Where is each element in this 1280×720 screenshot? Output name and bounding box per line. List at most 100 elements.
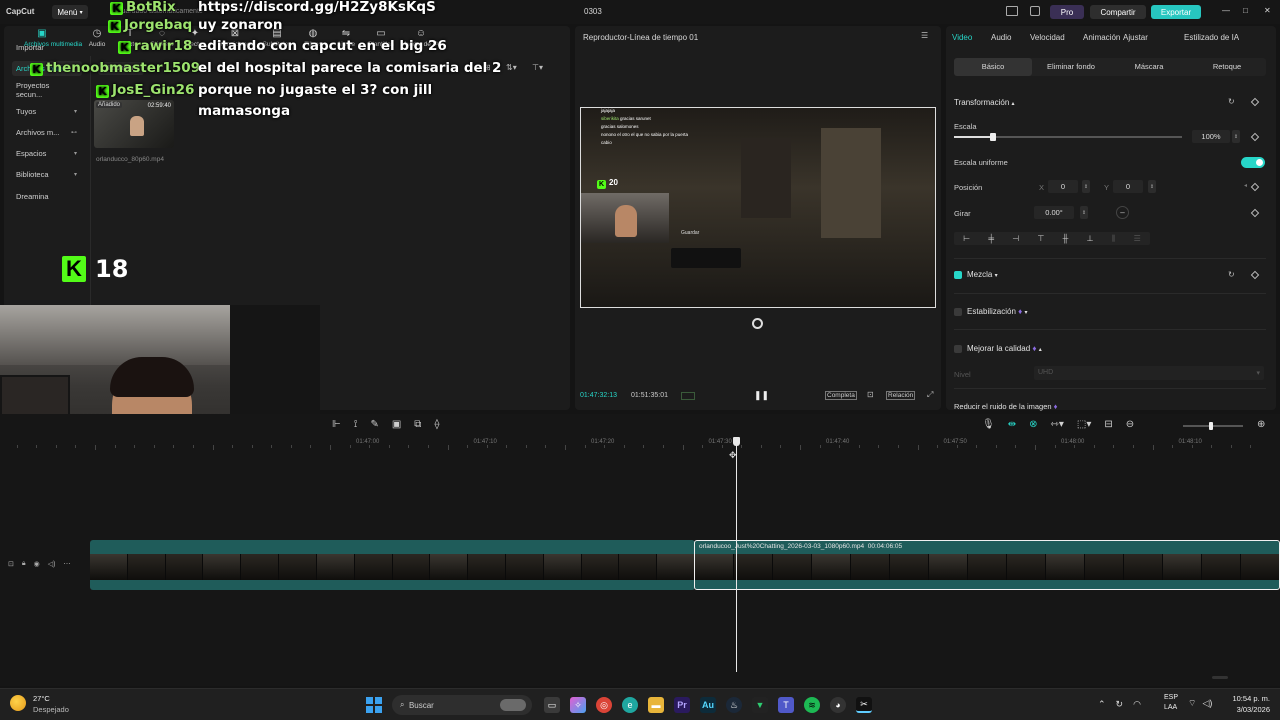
pause-button[interactable]: ❚❚ — [754, 390, 769, 401]
game-icon[interactable]: ▼ — [752, 697, 768, 713]
zoom-in-icon[interactable]: ⊕ — [1257, 419, 1265, 430]
minimize-button[interactable]: — — [1222, 6, 1230, 15]
steam-icon[interactable]: ♨ — [726, 697, 742, 713]
spotify-icon[interactable]: ≋ — [804, 697, 820, 713]
windows-start-icon[interactable] — [366, 697, 382, 713]
network-icon[interactable]: ◠ — [1133, 699, 1141, 710]
share-button[interactable]: Compartir — [1090, 5, 1146, 19]
weather-icon[interactable] — [10, 695, 26, 711]
reset-icon[interactable]: ↻ — [1228, 97, 1235, 106]
magnet-icon[interactable]: ⊗ — [1029, 419, 1037, 430]
auto-reframe-icon[interactable]: ⟠ — [434, 419, 439, 430]
timeline-scrollbar[interactable] — [1212, 676, 1228, 679]
playhead-handle[interactable] — [733, 437, 740, 446]
wifi-icon[interactable]: ⌔ — [1188, 698, 1196, 709]
position-nav-icon[interactable]: ◂ — [1244, 182, 1247, 189]
lock-icon[interactable]: 🔒︎ — [22, 560, 26, 568]
scale-slider-knob[interactable] — [989, 133, 996, 141]
align-center-h-icon[interactable]: ╪ — [988, 234, 994, 243]
preview-canvas[interactable]: jajajaja siberikita gracias sarunet gracia… — [580, 107, 936, 308]
keyboard-layout[interactable]: LAA — [1164, 704, 1177, 711]
clip-previous[interactable] — [90, 540, 695, 590]
properties-subtab-1[interactable]: Eliminar fondo — [1032, 58, 1110, 76]
maximize-button[interactable]: □ — [1243, 6, 1248, 15]
copilot-icon[interactable]: ✧ — [570, 697, 586, 713]
blend-checkbox[interactable] — [954, 271, 962, 279]
position-y-input[interactable]: 0 — [1113, 180, 1143, 193]
close-button[interactable]: ✕ — [1264, 6, 1271, 15]
blend-keyframe-icon[interactable] — [1250, 270, 1260, 280]
clock-date[interactable]: 3/03/2026 — [1222, 705, 1270, 714]
crop-icon[interactable]: ⊡ — [867, 390, 874, 399]
properties-tab-3[interactable]: Animación — [1083, 33, 1120, 42]
more-icon[interactable]: ⋯ — [63, 560, 70, 568]
sidebar-item-7[interactable]: Dreamina — [12, 189, 82, 204]
distribute-h-icon[interactable]: ⫼ — [1112, 234, 1116, 244]
pro-button[interactable]: Pro — [1050, 5, 1084, 19]
microphone-icon[interactable]: 🎙︎ — [982, 419, 995, 430]
shortcut-icon[interactable] — [1030, 6, 1040, 16]
tray-chevron-up-icon[interactable]: ⌃ — [1098, 699, 1106, 710]
scale-slider[interactable] — [954, 133, 1182, 141]
position-x-input[interactable]: 0 — [1048, 180, 1078, 193]
level-select[interactable]: UHD ▾ — [1034, 366, 1264, 380]
properties-tab-4[interactable]: Ajustar — [1123, 33, 1148, 42]
full-quality-button[interactable]: Completa — [825, 391, 857, 400]
align-left-icon[interactable]: ⊢ — [963, 234, 970, 243]
position-keyframe-icon[interactable] — [1250, 182, 1260, 192]
trim-icon[interactable]: ⟟ — [354, 419, 358, 430]
caption-icon[interactable]: ⊟ — [1104, 419, 1112, 430]
language-indicator[interactable]: ESP — [1164, 694, 1178, 701]
properties-tab-0[interactable]: Video — [952, 33, 972, 42]
align-center-v-icon[interactable]: ╫ — [1063, 234, 1069, 243]
scale-stepper[interactable]: ⇕ — [1232, 130, 1240, 143]
fullscreen-icon[interactable]: ⤢ — [927, 390, 933, 400]
align-bottom-icon[interactable]: ⊥ — [1087, 234, 1094, 243]
position-y-stepper[interactable]: ⇕ — [1148, 180, 1156, 193]
distribute-v-icon[interactable]: ☰ — [1134, 234, 1141, 243]
align-right-icon[interactable]: ⊣ — [1012, 234, 1019, 243]
capcut-taskbar-icon[interactable]: ✂ — [856, 697, 872, 713]
eye-icon[interactable]: ◉ — [34, 560, 40, 568]
chrome-icon[interactable]: ◎ — [596, 697, 612, 713]
taskbar-search[interactable]: ⌕ Buscar — [392, 695, 532, 715]
volume-icon[interactable]: ◁) — [48, 560, 56, 568]
sync-icon[interactable]: ↻ — [1116, 699, 1124, 710]
rotate-keyframe-icon[interactable] — [1250, 208, 1260, 218]
obs-icon[interactable]: ◕ — [830, 697, 846, 713]
sidebar-item-6[interactable]: Biblioteca ▾ — [12, 167, 82, 182]
premiere-icon[interactable]: Pr — [674, 697, 690, 713]
audition-icon[interactable]: Au — [700, 697, 716, 713]
properties-tab-2[interactable]: Velocidad — [1030, 33, 1065, 42]
scale-input[interactable]: 100% — [1192, 130, 1230, 143]
position-x-stepper[interactable]: ⇕ — [1082, 180, 1090, 193]
ratio-button[interactable]: Relación — [886, 391, 916, 400]
zoom-out-icon[interactable]: ⊖ — [1126, 419, 1134, 430]
timeline-ruler[interactable]: 01:47:00 01:47:10 01:47:20 01:47:30 01:47:40… — [16, 436, 1280, 450]
file-explorer-icon[interactable]: ▬ — [648, 697, 664, 713]
align-top-icon[interactable]: ⊤ — [1037, 234, 1044, 243]
rotate-handle-icon[interactable] — [752, 318, 763, 329]
enhance-checkbox[interactable] — [954, 345, 962, 353]
uniform-scale-toggle[interactable] — [1241, 157, 1265, 168]
zoom-slider-knob[interactable] — [1209, 422, 1213, 430]
transform-icon[interactable]: ⧉ — [414, 419, 421, 430]
scale-keyframe-icon[interactable] — [1250, 132, 1260, 142]
export-button[interactable]: Exportar — [1151, 5, 1201, 19]
sidebar-item-5[interactable]: Espacios ▾ — [12, 146, 82, 161]
edge-icon[interactable]: e — [622, 697, 638, 713]
rotate-dial[interactable]: – — [1116, 206, 1129, 219]
clip-selected[interactable]: orlanducoo_Just%20Chatting_2026-03-03_10… — [694, 540, 1280, 590]
properties-subtab-0[interactable]: Básico — [954, 58, 1032, 76]
properties-subtab-3[interactable]: Retoque — [1188, 58, 1266, 76]
task-view-icon[interactable]: ▭ — [544, 697, 560, 713]
properties-tab-5[interactable]: Estilizado de IA — [1184, 33, 1239, 42]
freeze-icon[interactable]: ▣ — [392, 419, 401, 430]
split-icon[interactable]: ⊩ — [332, 419, 341, 430]
speaker-icon[interactable]: ◁) — [1202, 698, 1212, 709]
magic-icon[interactable]: ✎ — [370, 419, 378, 430]
keyframe-icon[interactable] — [1250, 97, 1260, 107]
blend-reset-icon[interactable]: ↻ — [1228, 270, 1235, 279]
teams-icon[interactable]: T — [778, 697, 794, 713]
stabilize-checkbox[interactable] — [954, 308, 962, 316]
